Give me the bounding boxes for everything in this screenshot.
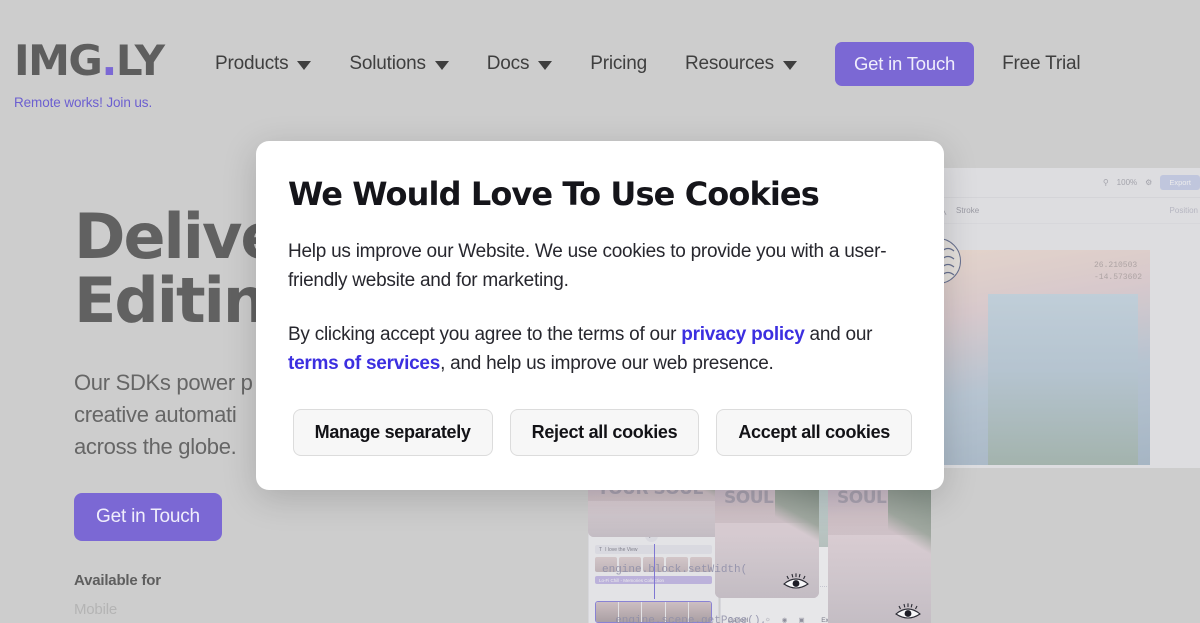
modal-overlay: We Would Love To Use Cookies Help us imp… bbox=[0, 0, 1200, 623]
accept-all-cookies-button[interactable]: Accept all cookies bbox=[716, 409, 912, 457]
terms-text-after: , and help us improve our web presence. bbox=[440, 352, 774, 374]
reject-all-cookies-button[interactable]: Reject all cookies bbox=[509, 409, 700, 457]
terms-of-services-link[interactable]: terms of services bbox=[288, 353, 440, 374]
terms-text-between: and our bbox=[804, 324, 873, 346]
terms-text-before: By clicking accept you agree to the term… bbox=[288, 324, 682, 346]
dialog-description: Help us improve our Website. We use cook… bbox=[288, 241, 887, 291]
privacy-policy-link[interactable]: privacy policy bbox=[681, 324, 804, 345]
manage-separately-button[interactable]: Manage separately bbox=[292, 409, 493, 457]
dialog-terms-text: By clicking accept you agree to the term… bbox=[288, 321, 912, 378]
cookie-consent-dialog: We Would Love To Use Cookies Help us imp… bbox=[256, 141, 944, 491]
dialog-title: We Would Love To Use Cookies bbox=[288, 175, 820, 213]
dialog-actions: Manage separately Reject all cookies Acc… bbox=[288, 409, 912, 457]
